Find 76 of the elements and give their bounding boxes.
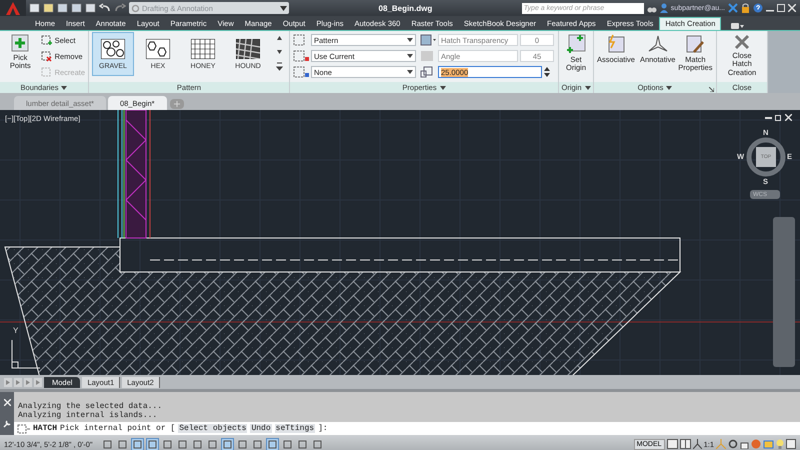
- minimize-icon[interactable]: [765, 114, 772, 121]
- drafting-toggle-button[interactable]: [101, 438, 114, 450]
- maximize-icon[interactable]: [777, 4, 785, 12]
- command-name: HATCH: [33, 424, 58, 433]
- hatch-color-icon: [293, 50, 309, 62]
- background-color-icon: [293, 66, 309, 78]
- caret-icon: [440, 86, 446, 90]
- command-prompt: Pick internal point or [: [60, 424, 176, 433]
- command-option[interactable]: Select objects: [178, 424, 248, 433]
- caret-icon: [61, 86, 68, 90]
- drafting-toggle-button[interactable]: [206, 438, 219, 450]
- command-history-line: Analyzing internal islands...: [18, 411, 158, 420]
- plus-icon: [11, 34, 30, 52]
- origin-icon: [566, 34, 586, 54]
- drafting-toggle-button[interactable]: [131, 438, 144, 450]
- restore-icon[interactable]: [775, 114, 782, 121]
- command-history-line: Analyzing the selected data...: [18, 402, 164, 411]
- drafting-toggle-button[interactable]: [176, 438, 189, 450]
- undo-icon[interactable]: [99, 3, 111, 13]
- caret-icon: [280, 6, 287, 10]
- drafting-toggle-button[interactable]: [251, 438, 264, 450]
- command-icon[interactable]: [17, 424, 30, 434]
- drafting-toggle-button[interactable]: [311, 438, 324, 450]
- drafting-toggle-button[interactable]: [116, 438, 129, 450]
- lightbulb-icon[interactable]: [776, 439, 784, 449]
- select-boundary-icon: [40, 34, 52, 46]
- caret-icon: [407, 54, 413, 58]
- associative-icon: [606, 34, 626, 54]
- close-icon[interactable]: [785, 114, 792, 121]
- slab-outline[interactable]: [120, 238, 680, 272]
- hatch-region[interactable]: [4, 246, 682, 375]
- axis-label: Y: [13, 326, 18, 335]
- command-option[interactable]: seTtings: [274, 424, 316, 433]
- drafting-toggle-button[interactable]: [146, 438, 159, 450]
- pattern-preview-icon: [146, 38, 170, 58]
- annotative-icon: [648, 34, 668, 54]
- drafting-toggle-button[interactable]: [191, 438, 204, 450]
- caret-icon: [407, 70, 413, 74]
- wall-drawing[interactable]: [118, 110, 150, 238]
- pattern-preview-icon: [191, 38, 215, 58]
- caret-icon: [666, 86, 672, 90]
- gear-icon: [131, 4, 140, 12]
- remove-boundary-icon: [40, 50, 52, 62]
- command-option[interactable]: Undo: [250, 424, 272, 433]
- spinner-icon[interactable]: [544, 66, 550, 78]
- drafting-toggle-button[interactable]: [161, 438, 174, 450]
- drafting-toggle-button[interactable]: [266, 438, 279, 450]
- match-properties-icon: [685, 34, 706, 54]
- help-icon[interactable]: [753, 3, 763, 13]
- expand-gallery-icon[interactable]: [276, 60, 283, 72]
- exchange-icon[interactable]: [728, 3, 738, 13]
- recreate-boundary-icon: [40, 66, 52, 78]
- close-icon: [733, 34, 751, 50]
- close-icon[interactable]: [788, 4, 796, 12]
- ucs-icon: [12, 340, 40, 368]
- annotation-scale-icon[interactable]: [692, 439, 702, 449]
- layout-icon[interactable]: [666, 439, 678, 449]
- settings-icon[interactable]: [728, 439, 738, 449]
- window-title: 08_Begin.dwg: [378, 4, 434, 12]
- caret-icon: [584, 86, 590, 90]
- command-prompt-end: ]:: [318, 424, 328, 433]
- drafting-toggle-button[interactable]: [281, 438, 294, 450]
- drafting-toggle-button[interactable]: [236, 438, 249, 450]
- wrench-icon[interactable]: [3, 420, 11, 428]
- pattern-preview-icon: [236, 38, 260, 58]
- dialog-launcher-icon[interactable]: [709, 87, 714, 92]
- view-toggle-icon[interactable]: [730, 22, 744, 30]
- compass-ring-icon[interactable]: [746, 137, 786, 177]
- drafting-toggle-button[interactable]: [296, 438, 309, 450]
- layouts-icon[interactable]: [680, 439, 691, 449]
- pattern-preview-icon: [101, 38, 125, 58]
- caret-icon: [407, 38, 413, 42]
- user-icon[interactable]: [660, 3, 668, 13]
- close-icon[interactable]: [4, 399, 10, 406]
- transparency-icon[interactable]: [420, 34, 436, 46]
- drafting-toggle-button[interactable]: [221, 438, 234, 450]
